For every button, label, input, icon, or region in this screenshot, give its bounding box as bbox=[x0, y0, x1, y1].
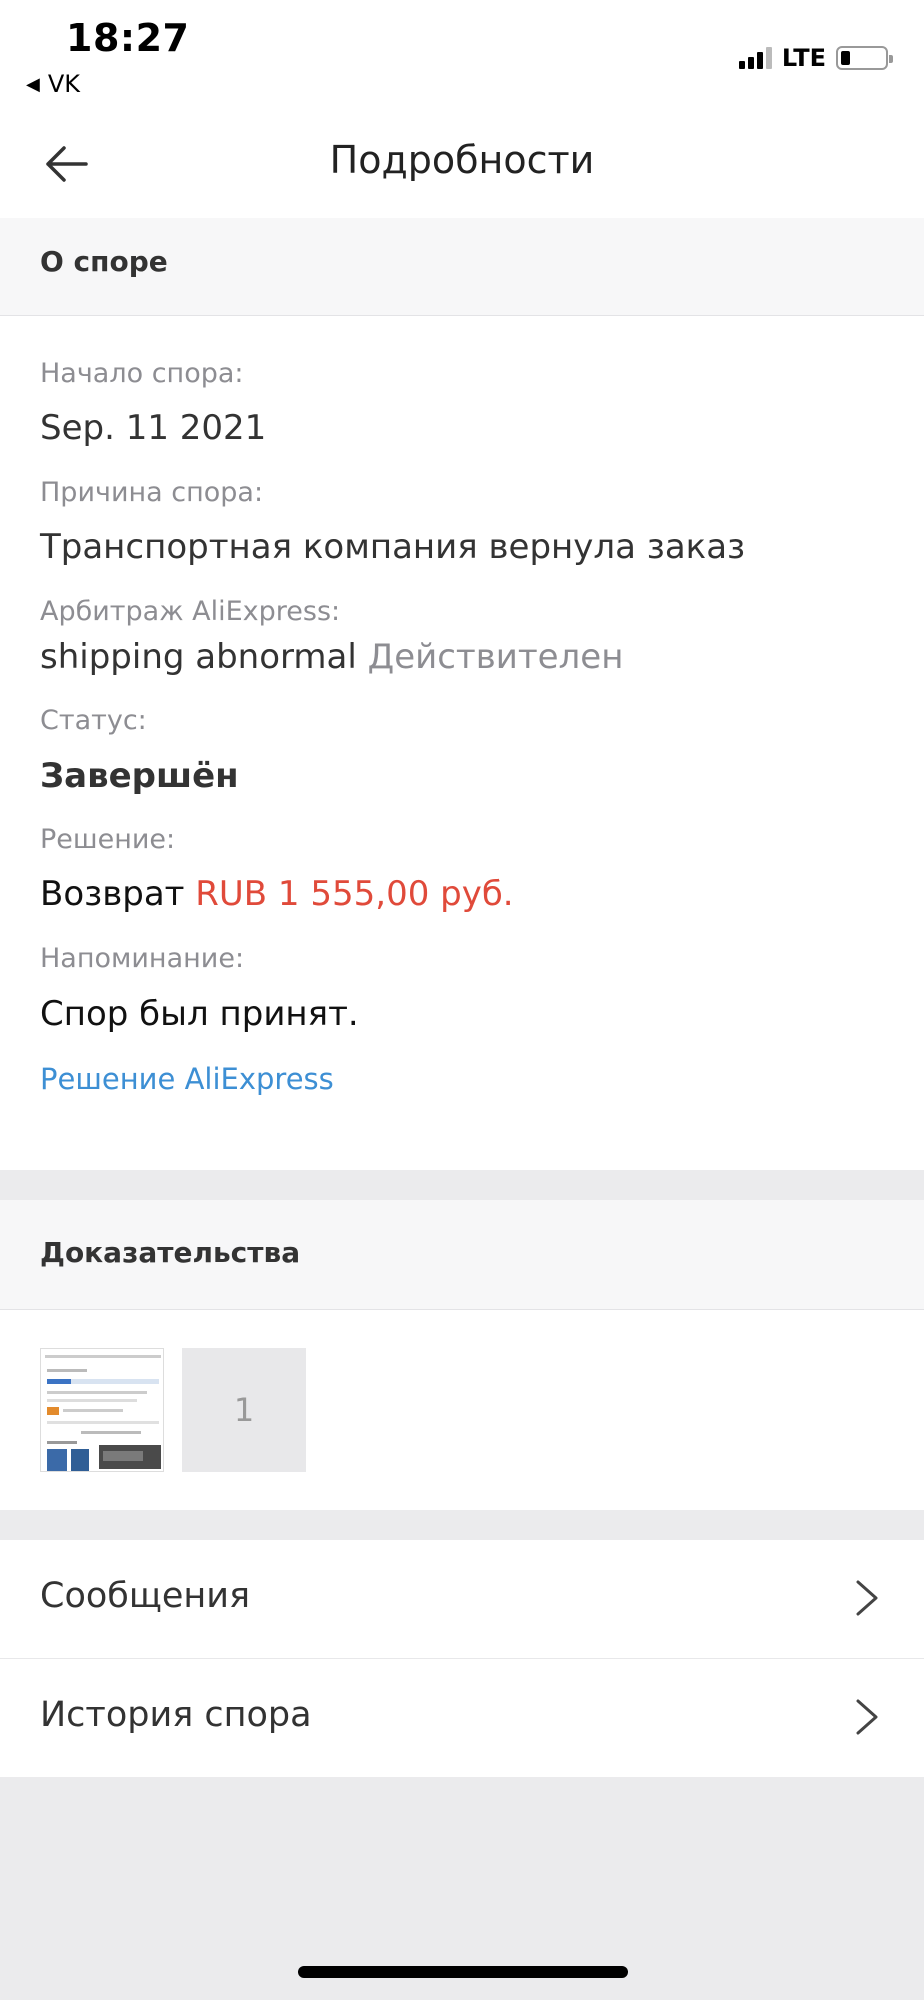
messages-label: Сообщения bbox=[40, 1576, 251, 1616]
decision-value-line: Возврат RUB 1 555,00 руб. bbox=[40, 874, 514, 914]
network-type: LTE bbox=[781, 44, 826, 72]
back-app-label: VK bbox=[47, 70, 80, 98]
back-triangle-icon: ◀ bbox=[26, 73, 40, 95]
decision-prefix: Возврат bbox=[40, 874, 185, 914]
dispute-reason-label: Причина спора: bbox=[40, 477, 264, 508]
arbitration-value-line: shipping abnormal Действителен bbox=[40, 637, 623, 677]
status-label: Статус: bbox=[40, 705, 147, 736]
status-value: Завершён bbox=[40, 756, 239, 796]
battery-icon bbox=[836, 46, 893, 70]
dispute-start-value: Sep. 11 2021 bbox=[40, 408, 267, 448]
signal-icon bbox=[738, 47, 772, 69]
dispute-reason-value: Транспортная компания вернула заказ bbox=[40, 527, 746, 567]
screenshot-preview-icon bbox=[41, 1349, 163, 1471]
back-to-app-button[interactable]: ◀ VK bbox=[26, 70, 80, 98]
evidence-section-title: Доказательства bbox=[40, 1236, 301, 1269]
dispute-section-title: О споре bbox=[40, 245, 168, 278]
status-bar: 18:27 ◀ VK LTE bbox=[0, 0, 924, 110]
navigation-bar: Подробности bbox=[0, 110, 924, 218]
evidence-count-label: 1 bbox=[233, 1391, 255, 1429]
chevron-right-icon bbox=[856, 1699, 878, 1735]
home-indicator[interactable] bbox=[298, 1966, 628, 1978]
page-title: Подробности bbox=[329, 138, 595, 182]
status-time: 18:27 bbox=[66, 16, 190, 60]
reminder-label: Напоминание: bbox=[40, 943, 245, 974]
evidence-screenshot-thumbnail[interactable] bbox=[40, 1348, 164, 1472]
arbitration-status: Действителен bbox=[367, 637, 624, 677]
evidence-more-count[interactable]: 1 bbox=[182, 1348, 306, 1472]
dispute-section-header: О споре bbox=[0, 218, 924, 316]
arbitration-label: Арбитраж AliExpress: bbox=[40, 596, 341, 627]
status-indicators: LTE bbox=[738, 44, 893, 72]
messages-row[interactable]: Сообщения bbox=[0, 1540, 924, 1658]
dispute-history-label: История спора bbox=[40, 1695, 312, 1735]
dispute-start-label: Начало спора: bbox=[40, 358, 244, 389]
aliexpress-decision-link[interactable]: Решение AliExpress bbox=[40, 1062, 334, 1096]
decision-label: Решение: bbox=[40, 824, 176, 855]
reminder-value: Спор был принят. bbox=[40, 994, 359, 1034]
refund-amount: RUB 1 555,00 руб. bbox=[195, 874, 514, 914]
chevron-right-icon bbox=[856, 1580, 878, 1616]
dispute-history-row[interactable]: История спора bbox=[0, 1659, 924, 1777]
arbitration-value: shipping abnormal bbox=[40, 637, 357, 677]
evidence-section-header: Доказательства bbox=[0, 1200, 924, 1310]
